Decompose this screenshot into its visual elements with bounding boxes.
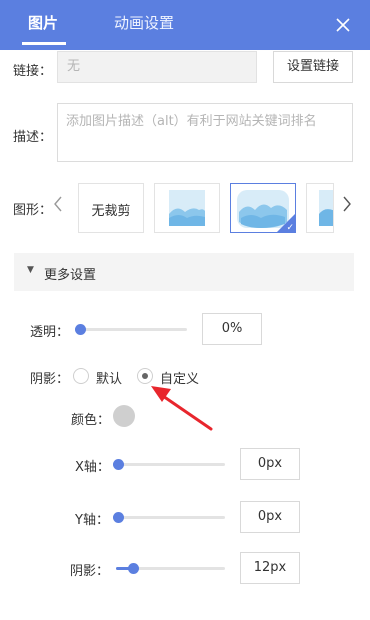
- x-axis-slider-knob[interactable]: [113, 459, 124, 470]
- shadow-blur-label: 阴影：: [70, 564, 110, 579]
- tab-animation-settings[interactable]: 动画设置: [114, 0, 174, 50]
- shape-option-partial[interactable]: [306, 183, 334, 233]
- x-axis-value[interactable]: 0px: [240, 448, 300, 480]
- shadow-default-label: 默认: [96, 372, 123, 387]
- shadow-color-swatch[interactable]: [113, 405, 135, 427]
- wave-shape-icon: [169, 190, 205, 226]
- link-label: 链接：: [13, 64, 53, 79]
- caret-down-icon: ▼: [27, 265, 34, 275]
- opacity-label: 透明：: [30, 325, 70, 340]
- shadow-blur-value[interactable]: 12px: [240, 552, 300, 584]
- check-icon: ✓: [286, 223, 294, 233]
- shape-option-wave[interactable]: [154, 183, 220, 233]
- link-input: 无: [57, 51, 257, 83]
- x-axis-slider[interactable]: [113, 459, 225, 470]
- chevron-right-glyph: [343, 196, 351, 212]
- more-settings-toggle[interactable]: ▼ 更多设置: [14, 253, 354, 291]
- opacity-slider[interactable]: [75, 324, 187, 335]
- y-axis-slider-knob[interactable]: [113, 512, 124, 523]
- description-textarea[interactable]: 添加图片描述（alt）有利于网站关键词排名: [57, 103, 353, 162]
- y-axis-slider[interactable]: [113, 512, 225, 523]
- set-link-button[interactable]: 设置链接: [273, 51, 353, 83]
- shadow-label: 阴影：: [30, 372, 70, 387]
- shape-label: 图形：: [13, 203, 53, 218]
- x-axis-label: X轴：: [75, 460, 110, 475]
- shape-option-cloud[interactable]: ✓: [230, 183, 296, 233]
- chevron-left-glyph: [54, 196, 62, 212]
- shadow-blur-slider-knob[interactable]: [128, 563, 139, 574]
- close-icon[interactable]: [330, 12, 356, 38]
- close-icon-glyph: [336, 18, 350, 32]
- shape-option-no-crop[interactable]: 无裁剪: [78, 183, 144, 233]
- chevron-right-icon[interactable]: [342, 196, 352, 217]
- panel-header: 图片 动画设置: [0, 0, 370, 50]
- shadow-custom-radio[interactable]: [137, 368, 153, 384]
- shadow-custom-label: 自定义: [160, 372, 200, 387]
- shape-option-label: 无裁剪: [91, 204, 131, 219]
- more-settings-label: 更多设置: [44, 268, 97, 283]
- opacity-slider-knob[interactable]: [75, 324, 86, 335]
- y-axis-value[interactable]: 0px: [240, 501, 300, 533]
- description-label: 描述：: [13, 130, 53, 145]
- chevron-left-icon[interactable]: [53, 196, 63, 217]
- y-axis-label: Y轴：: [75, 513, 109, 528]
- opacity-value[interactable]: 0%: [202, 313, 262, 345]
- shadow-default-radio[interactable]: [73, 368, 89, 384]
- active-tab-indicator: [22, 42, 66, 45]
- red-arrow-annotation: [151, 386, 213, 431]
- partial-shape-icon: [319, 190, 333, 226]
- color-label: 颜色：: [71, 413, 111, 428]
- shadow-blur-slider[interactable]: [116, 563, 225, 574]
